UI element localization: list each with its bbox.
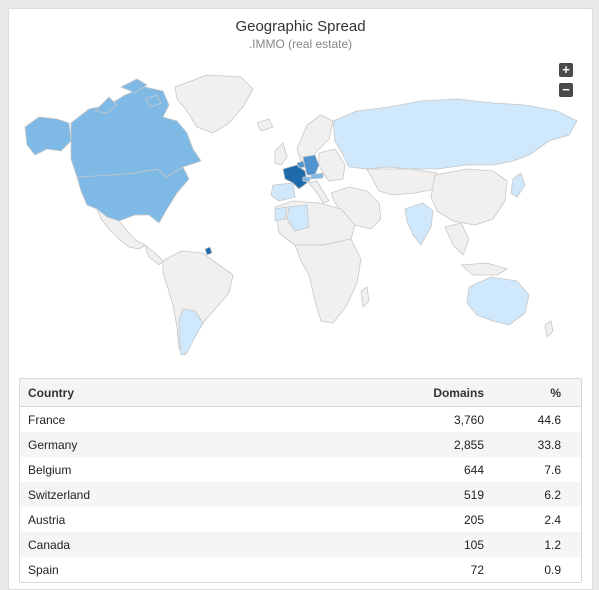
world-map[interactable] xyxy=(17,69,582,369)
region-china xyxy=(430,168,508,226)
region-morocco xyxy=(274,206,288,222)
region-south-america xyxy=(162,250,234,356)
table-row: Spain 72 0.9 xyxy=(20,557,581,582)
region-se-asia xyxy=(444,222,470,256)
map-regions xyxy=(24,74,578,356)
table-row: Switzerland 519 6.2 xyxy=(20,482,581,507)
cell-percent: 33.8 xyxy=(494,432,581,457)
cell-domains: 3,760 xyxy=(453,412,484,427)
cell-country: Germany xyxy=(20,432,336,457)
widget-title: Geographic Spread xyxy=(235,18,366,35)
region-switzerland xyxy=(302,176,312,183)
region-new-zealand xyxy=(544,320,554,338)
region-greenland xyxy=(174,74,254,134)
table-row: France 3,760 44.6 xyxy=(20,407,581,433)
region-italy xyxy=(308,180,330,204)
region-australia xyxy=(466,276,530,326)
region-india xyxy=(404,202,434,246)
cell-percent: 7.6 xyxy=(544,462,561,477)
region-sub-saharan-africa xyxy=(294,238,362,324)
region-uk xyxy=(274,142,288,166)
region-central-asia xyxy=(366,168,438,196)
cell-country: Spain xyxy=(28,562,59,577)
cell-domains: 205 xyxy=(463,512,484,527)
region-iceland xyxy=(256,118,274,132)
cell-percent: 0.9 xyxy=(544,562,561,577)
region-central-america xyxy=(144,244,164,266)
cell-domains: 72 xyxy=(470,562,484,577)
widget-subtitle: .IMMO (real estate) xyxy=(248,37,353,51)
cell-country: France xyxy=(28,412,66,427)
column-header-country[interactable]: Country xyxy=(20,379,336,407)
column-header-domains[interactable]: Domains xyxy=(336,379,494,407)
region-japan xyxy=(510,172,526,198)
cell-domains: 105 xyxy=(336,532,494,557)
cell-country: Switzerland xyxy=(20,482,336,507)
cell-domains: 2,855 xyxy=(336,432,494,457)
cell-country: Austria xyxy=(28,512,66,527)
region-russia xyxy=(332,98,578,170)
cell-percent: 6.2 xyxy=(494,482,581,507)
cell-percent: 2.4 xyxy=(544,512,561,527)
table-row: Germany 2,855 33.8 xyxy=(20,432,581,457)
geographic-spread-widget: Geographic Spread .IMMO (real estate) + … xyxy=(8,8,593,590)
cell-domains: 644 xyxy=(463,462,484,477)
cell-country: Belgium xyxy=(28,462,72,477)
table-header-row: Country Domains % xyxy=(20,379,581,407)
region-french-guiana xyxy=(204,246,213,256)
cell-percent: 44.6 xyxy=(537,412,561,427)
region-madagascar xyxy=(360,286,370,308)
cell-country: Canada xyxy=(20,532,336,557)
table-row: Austria 205 2.4 xyxy=(20,507,581,532)
column-header-percent[interactable]: % xyxy=(494,379,581,407)
region-indonesia xyxy=(460,262,508,276)
region-spain xyxy=(270,182,296,202)
cell-percent: 1.2 xyxy=(494,532,581,557)
cell-domains: 519 xyxy=(336,482,494,507)
table-row: Belgium 644 7.6 xyxy=(20,457,581,482)
region-alaska xyxy=(24,116,72,156)
country-table: Country Domains % France 3,760 44.6 Germ… xyxy=(19,378,582,583)
table-row: Canada 105 1.2 xyxy=(20,532,581,557)
